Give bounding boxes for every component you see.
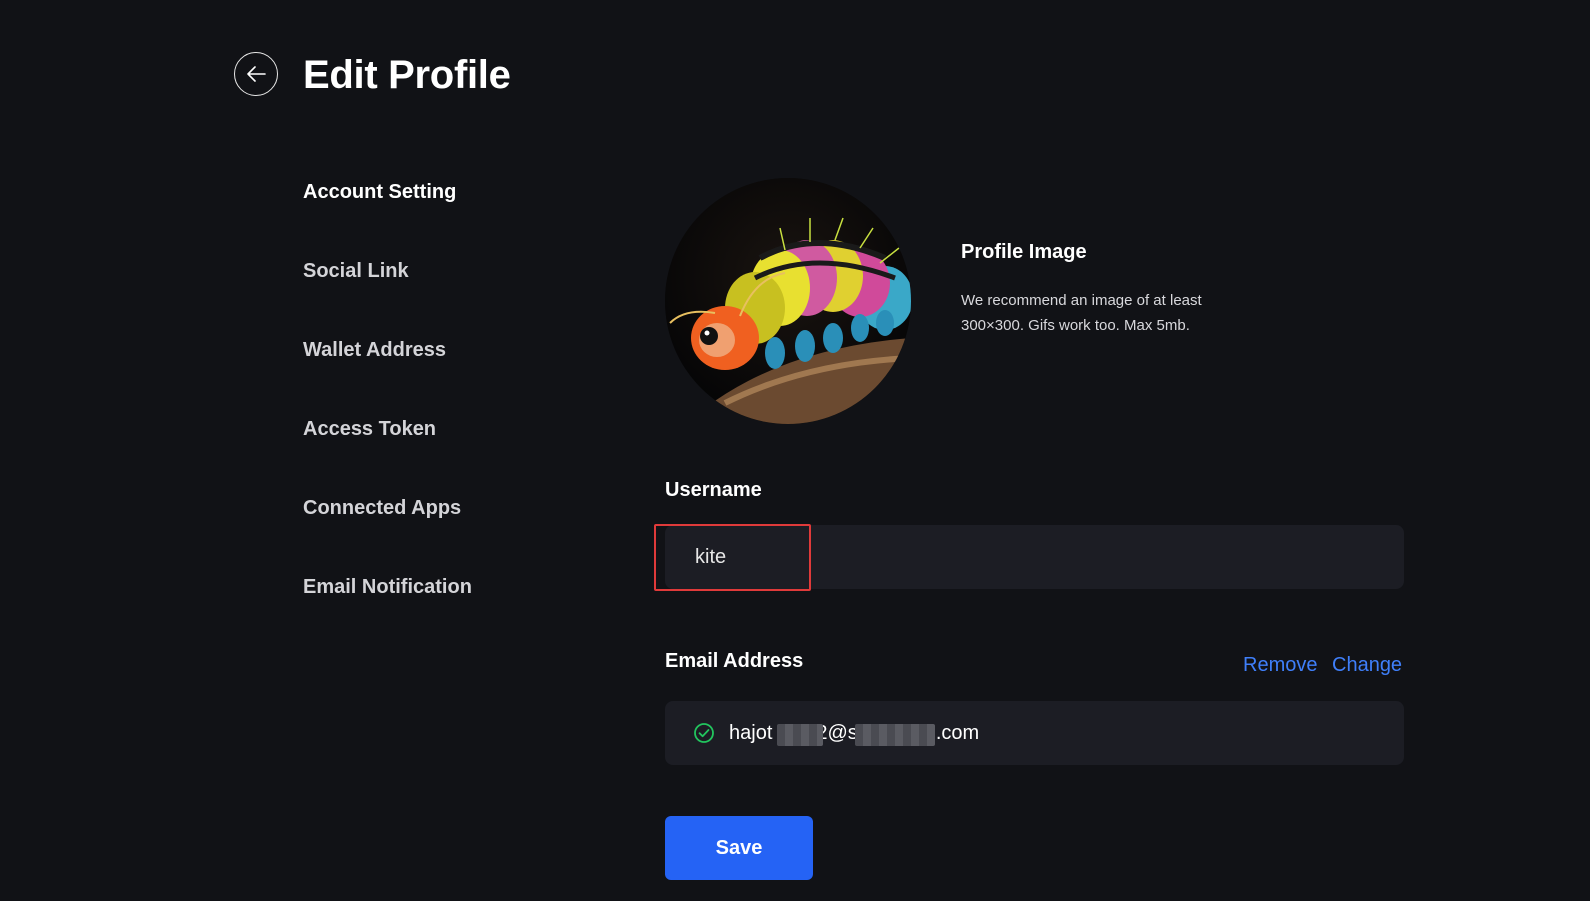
back-button[interactable] [234,52,278,96]
email-value-prefix: hajot [729,721,773,744]
check-circle-icon [694,723,714,743]
page-title: Edit Profile [303,53,511,97]
save-button[interactable]: Save [665,816,813,880]
remove-email-link[interactable]: Remove [1243,654,1317,677]
email-value-suffix: .com [935,721,980,744]
email-label: Email Address [665,650,804,672]
profile-image-description: We recommend an image of at least 300×30… [961,292,1202,334]
caterpillar-avatar-image [665,178,911,424]
sidebar-item-email-notification[interactable]: Email Notification [303,573,472,652]
change-email-link[interactable]: Change [1332,654,1402,677]
settings-sidebar: Account Setting Social Link Wallet Addre… [303,178,472,652]
sidebar-item-wallet-address[interactable]: Wallet Address [303,336,472,415]
sidebar-item-account-setting[interactable]: Account Setting [303,178,472,257]
username-highlight-box [654,524,811,591]
sidebar-item-social-link[interactable]: Social Link [303,257,472,336]
email-redaction-mask [855,723,935,746]
sidebar-item-access-token[interactable]: Access Token [303,415,472,494]
profile-image-title: Profile Image [961,241,1087,263]
arrow-left-icon [247,66,266,82]
email-redaction-mask [777,723,823,746]
profile-avatar[interactable] [665,178,911,424]
sidebar-item-connected-apps[interactable]: Connected Apps [303,494,472,573]
email-value: hajot 2@s .com [729,721,980,746]
username-label: Username [665,479,762,501]
email-field: hajot 2@s .com [665,701,1404,765]
